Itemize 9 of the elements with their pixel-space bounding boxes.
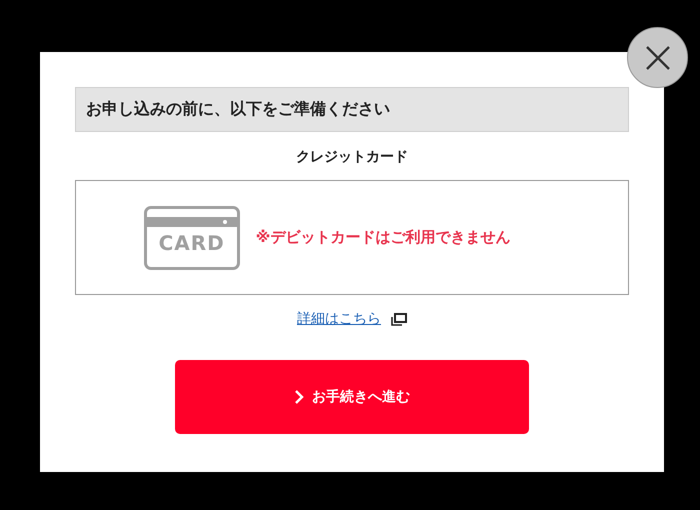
card-label: CARD: [158, 230, 225, 254]
new-window-icon: [391, 312, 407, 326]
debit-card-notice: ※デビットカードはご利用できません: [256, 228, 510, 247]
proceed-button[interactable]: お手続きへ進む: [175, 360, 529, 434]
item-title: クレジットカード: [296, 148, 408, 166]
dialog-heading: お申し込みの前に、以下をご準備ください: [75, 87, 629, 132]
details-link[interactable]: 詳細はこちら: [297, 310, 381, 328]
chevron-right-icon: [294, 389, 304, 405]
close-icon: [644, 44, 670, 70]
